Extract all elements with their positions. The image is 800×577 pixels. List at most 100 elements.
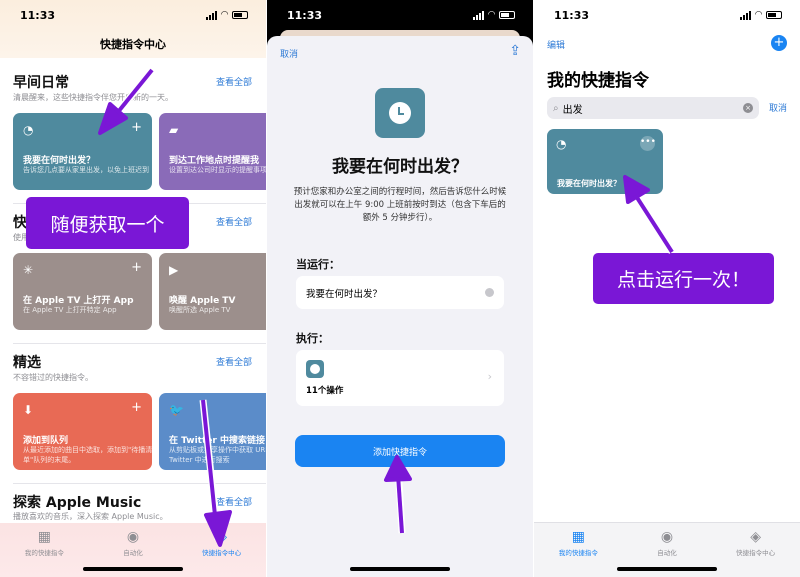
clear-search-icon[interactable]: × — [743, 103, 753, 113]
status-time: 11:33 — [554, 8, 590, 22]
signal-icon — [740, 10, 752, 20]
more-icon[interactable]: ••• — [640, 136, 656, 151]
automation-icon: ◉ — [126, 529, 140, 545]
search-input[interactable]: ⌕ 出发 × — [547, 97, 759, 119]
card-title: 我要在何时出发？ — [557, 179, 621, 188]
twitter-icon: 🐦 — [169, 403, 184, 417]
add-icon[interactable]: + — [131, 120, 142, 135]
when-run-label: 当运行： — [296, 258, 340, 271]
add-shortcut-icon[interactable]: + — [771, 35, 787, 51]
shortcut-title: 我要在何时出发？ — [332, 157, 468, 177]
divider — [13, 343, 266, 344]
shortcut-card[interactable]: 🐦 在 Twitter 中搜索链接 从剪贴板或共享操作中获取 URL，然后在 T… — [159, 393, 266, 470]
edit-button[interactable]: 编辑 — [547, 38, 565, 51]
share-icon[interactable]: ⇪ — [509, 43, 521, 59]
search-cancel-button[interactable]: 取消 — [769, 101, 787, 114]
card-subtitle: 从最近添加的曲目中选取，添加到"待播清单"队列的末尾。 — [23, 446, 152, 464]
tab-gallery[interactable]: ◈ 快捷指令中心 — [182, 529, 262, 577]
home-indicator — [617, 567, 717, 571]
shortcut-card[interactable]: ⬇ + 添加到队列 从最近添加的曲目中选取，添加到"待播清单"队列的末尾。 — [13, 393, 152, 470]
see-all-link[interactable]: 查看全部 — [216, 215, 252, 228]
clock-icon: ◔ — [23, 123, 34, 137]
divider — [13, 483, 266, 484]
add-shortcut-button[interactable]: 添加快捷指令 — [295, 435, 505, 467]
annotation-label: 随便获取一个 — [26, 197, 189, 249]
tab-label: 我的快捷指令 — [558, 549, 598, 557]
phrase-value: 我要在何时出发？ — [306, 288, 383, 300]
actions-count: 11个操作 — [306, 386, 344, 396]
actions-row[interactable]: 11个操作 › — [296, 350, 504, 406]
shortcut-card[interactable]: ✳ + 在 Apple TV 上打开 App 在 Apple TV 上打开特定 A… — [13, 253, 152, 330]
clock-icon — [389, 102, 411, 124]
automation-icon: ◉ — [660, 529, 674, 545]
tab-my-shortcuts[interactable]: ▦ 我的快捷指令 — [4, 529, 84, 577]
shortcut-card[interactable]: ▶ 唤醒 Apple TV 唤醒所选 Apple TV — [159, 253, 266, 330]
tab-gallery[interactable]: ◈ 快捷指令中心 — [716, 529, 796, 577]
section-title: 精选 — [13, 355, 41, 371]
battery-icon — [766, 11, 782, 19]
download-icon: ⬇ — [23, 403, 34, 417]
see-all-link[interactable]: 查看全部 — [216, 495, 252, 508]
status-time: 11:33 — [287, 8, 323, 22]
panel-gallery: 11:33 ◠ 快捷指令中心 早间日常 查看全部 清晨醒来，这些快捷指令伴您开启… — [0, 0, 266, 577]
see-all-link[interactable]: 查看全部 — [216, 355, 252, 368]
page-title: 我的快捷指令 — [547, 71, 649, 91]
wifi-icon: ◠ — [488, 10, 495, 20]
tab-label: 快捷指令中心 — [202, 549, 242, 557]
page-title: 快捷指令中心 — [100, 38, 166, 51]
search-icon: ⌕ — [553, 102, 559, 114]
panel-my-shortcuts: 11:33 ◠ 编辑 + 我的快捷指令 ⌕ 出发 × 取消 ◔ ••• 我要在何… — [534, 0, 800, 577]
tab-label: 我的快捷指令 — [24, 549, 64, 557]
shortcut-icon — [375, 88, 425, 138]
status-bar: 11:33 ◠ — [0, 0, 266, 30]
shortcut-result-card[interactable]: ◔ ••• 我要在何时出发？ — [547, 129, 663, 194]
loading-icon: ✳ — [23, 263, 34, 277]
add-icon[interactable]: + — [131, 400, 142, 415]
status-bar: 11:33 ◠ — [267, 0, 533, 30]
wifi-icon: ◠ — [755, 10, 762, 20]
layers-icon: ◈ — [216, 529, 228, 545]
layers-icon: ◈ — [750, 529, 762, 545]
home-indicator — [350, 567, 450, 571]
section-title: 早间日常 — [13, 75, 69, 91]
status-bar: 11:33 ◠ — [534, 0, 800, 30]
card-subtitle: 从剪贴板或共享操作中获取 URL，然后在 Twitter 中进行搜索 — [169, 446, 266, 464]
panel-shortcut-detail: 11:33 ◠ 取消 ⇪ 我要在何时出发？ 预计您家和办公室之间的行程时间，然后… — [267, 0, 533, 577]
tab-label: 自动化 — [123, 549, 143, 557]
chevron-right-icon: › — [487, 370, 492, 383]
tab-my-shortcuts[interactable]: ▦ 我的快捷指令 — [538, 529, 618, 577]
wifi-icon: ◠ — [221, 10, 228, 20]
card-subtitle: 设置到达公司时显示的提醒事项 — [169, 166, 266, 174]
search-value: 出发 — [562, 104, 583, 116]
section-subtitle: 清晨醒来，这些快捷指令伴您开启新的一天。 — [13, 93, 173, 102]
battery-icon — [232, 11, 248, 19]
clear-icon[interactable] — [485, 288, 494, 297]
shortcut-description: 预计您家和办公室之间的行程时间，然后告诉您什么时候出发就可以在上午 9:00 上… — [293, 187, 507, 223]
card-subtitle: 在 Apple TV 上打开特定 App — [23, 306, 117, 314]
section-title: 探索 Apple Music — [13, 495, 142, 511]
add-icon[interactable]: + — [131, 260, 142, 275]
tab-label: 快捷指令中心 — [736, 549, 776, 557]
shortcut-card[interactable]: ◔ + 我要在何时出发？ 告诉您几点要从家里出发，以免上班迟到 — [13, 113, 152, 190]
section-subtitle: 播放喜欢的音乐，深入探索 Apple Music。 — [13, 512, 168, 521]
signal-icon — [473, 10, 485, 20]
see-all-link[interactable]: 查看全部 — [216, 75, 252, 88]
shortcut-card[interactable]: ▰ 到达工作地点时提醒我 设置到达公司时显示的提醒事项 — [159, 113, 266, 190]
signal-icon — [206, 10, 218, 20]
cancel-button[interactable]: 取消 — [280, 47, 298, 60]
card-subtitle: 告诉您几点要从家里出发，以免上班迟到 — [23, 166, 149, 174]
tab-label: 自动化 — [657, 549, 677, 557]
briefcase-icon: ▰ — [169, 123, 179, 137]
phrase-field[interactable]: 我要在何时出发？ — [296, 276, 504, 309]
grid-icon: ▦ — [37, 529, 51, 545]
home-indicator — [83, 567, 183, 571]
annotation-label: 点击运行一次！ — [593, 253, 774, 304]
clock-icon: ◔ — [556, 137, 567, 151]
card-subtitle: 唤醒所选 Apple TV — [169, 306, 231, 314]
grid-icon: ▦ — [571, 529, 585, 545]
clock-icon — [306, 360, 324, 378]
play-icon: ▶ — [169, 263, 179, 277]
section-subtitle: 不容错过的快捷指令。 — [13, 373, 93, 382]
battery-icon — [499, 11, 515, 19]
status-time: 11:33 — [20, 8, 56, 22]
